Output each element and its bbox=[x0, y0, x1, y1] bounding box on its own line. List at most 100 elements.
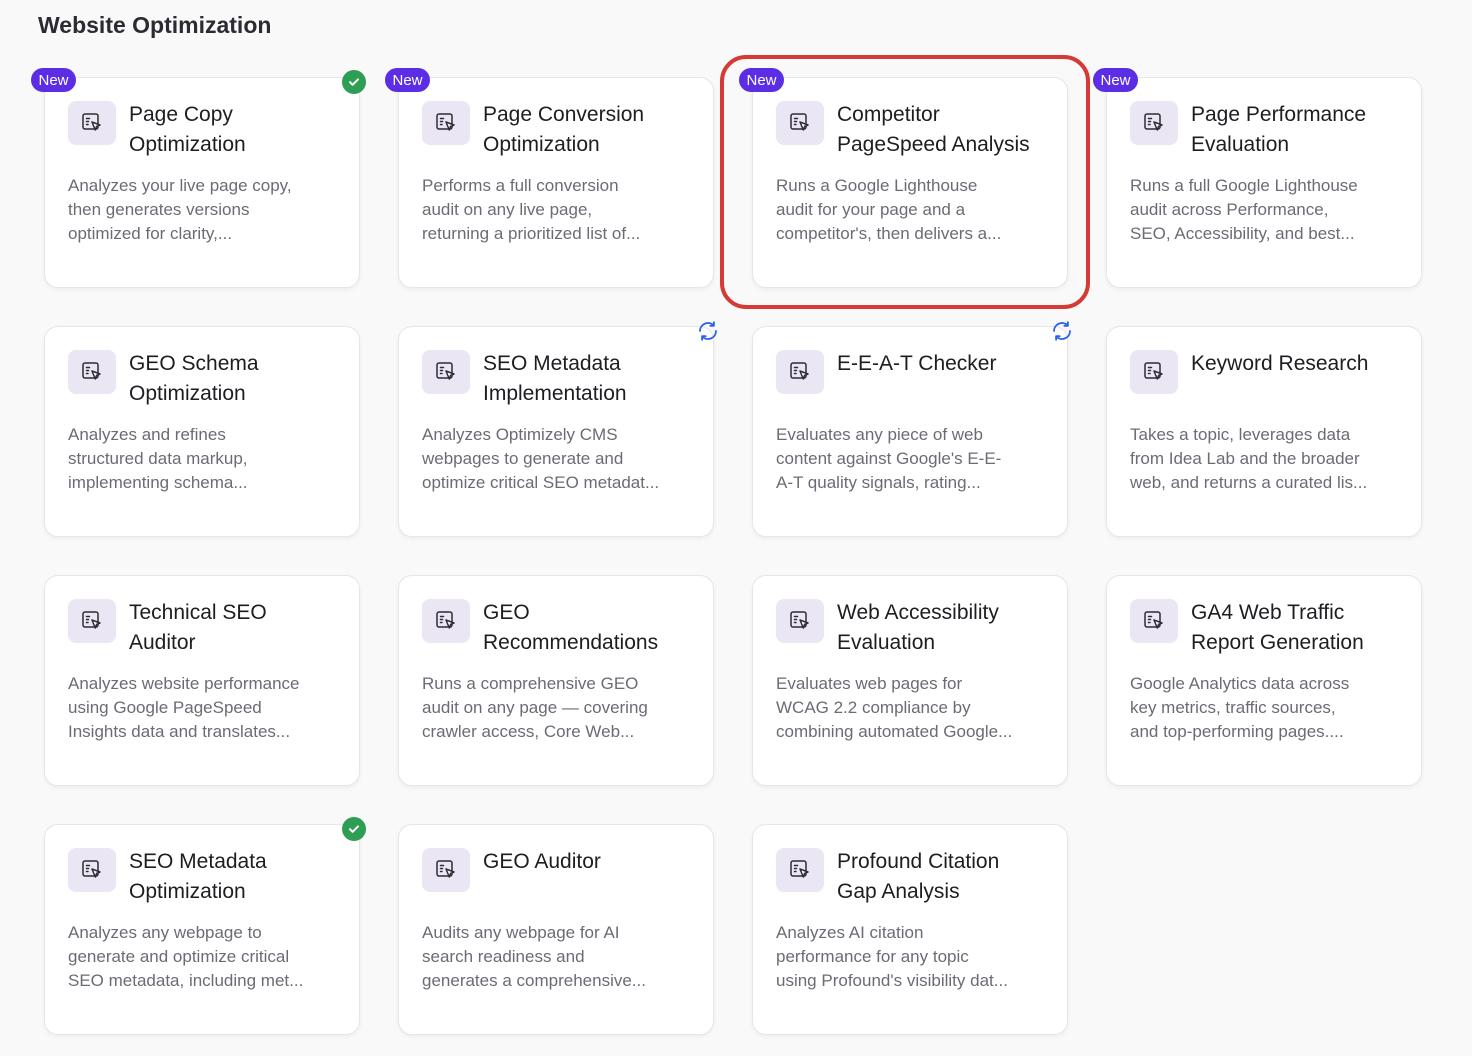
card-title-line: Optimization bbox=[129, 133, 246, 156]
card-description-line: Evaluates any piece of web bbox=[776, 425, 983, 444]
skill-card[interactable]: SEO Metadata Optimization Analyzes any web… bbox=[44, 824, 360, 1035]
card-description-line: A-T quality signals, rating... bbox=[776, 473, 981, 492]
card-title-line: PageSpeed Analysis bbox=[837, 133, 1030, 156]
card-title-line: SEO Metadata bbox=[483, 352, 621, 375]
skill-card[interactable]: GEO Auditor Audits any webpage for AI sear… bbox=[398, 824, 714, 1035]
pointer-edit-icon bbox=[1130, 101, 1178, 145]
pointer-edit-icon bbox=[776, 350, 824, 394]
card-title-line: Recommendations bbox=[483, 631, 659, 654]
check-icon bbox=[342, 817, 366, 841]
card-title: SEO Metadata Implementation bbox=[483, 349, 705, 409]
check-icon bbox=[342, 70, 366, 94]
new-badge: New bbox=[385, 68, 430, 92]
card-description-line: Analyzes Optimizely CMS bbox=[422, 425, 618, 444]
pointer-edit-icon bbox=[422, 101, 470, 145]
card-description-line: Analyzes your live page copy, bbox=[68, 176, 292, 195]
card-description-line: Runs a Google Lighthouse bbox=[776, 176, 978, 195]
card-title-line: GEO Auditor bbox=[483, 850, 601, 873]
card-description-line: key metrics, traffic sources, bbox=[1130, 698, 1336, 717]
card-title: Profound Citation Gap Analysis bbox=[837, 847, 1059, 907]
card-description-line: audit on any live page, bbox=[422, 200, 593, 219]
skill-card[interactable]: GEO Recommendations Runs a comprehensive G… bbox=[398, 575, 714, 786]
card-title-line: Evaluation bbox=[837, 631, 936, 654]
skill-card[interactable]: Competitor PageSpeed Analysis Runs a Googl… bbox=[752, 77, 1068, 288]
card-description-line: search readiness and bbox=[422, 947, 585, 966]
card-description-line: WCAG 2.2 compliance by bbox=[776, 698, 971, 717]
card-description: Audits any webpage for AI search readines… bbox=[422, 921, 694, 993]
card-description-line: then generates versions bbox=[68, 200, 250, 219]
pointer-edit-icon bbox=[776, 848, 824, 892]
card-description-line: SEO, Accessibility, and best... bbox=[1130, 224, 1355, 243]
skill-card[interactable]: GA4 Web Traffic Report Generation Google A… bbox=[1106, 575, 1422, 786]
card-description-line: audit on any page — covering bbox=[422, 698, 648, 717]
card-description-line: SEO metadata, including met... bbox=[68, 971, 304, 990]
skill-card[interactable]: Page Performance Evaluation Runs a full Go… bbox=[1106, 77, 1422, 288]
card-description-line: optimize critical SEO metadat... bbox=[422, 473, 660, 492]
skill-card[interactable]: Web Accessibility Evaluation Evaluates web… bbox=[752, 575, 1068, 786]
card-description-line: generate and optimize critical bbox=[68, 947, 290, 966]
card-description-line: Analyzes AI citation bbox=[776, 923, 924, 942]
pointer-edit-icon bbox=[776, 101, 824, 145]
card-description-line: performance for any topic bbox=[776, 947, 969, 966]
card-title-line: Page Conversion bbox=[483, 103, 645, 126]
card-title-line: Implementation bbox=[483, 382, 627, 405]
card-description-line: crawler access, Core Web... bbox=[422, 722, 635, 741]
card-title-line: Evaluation bbox=[1191, 133, 1290, 156]
sync-icon[interactable] bbox=[696, 319, 720, 343]
skill-card[interactable]: E-E-A-T Checker Evaluates any piece of we… bbox=[752, 326, 1068, 537]
pointer-edit-icon bbox=[776, 599, 824, 643]
card-description: Takes a topic, leverages data from Idea L… bbox=[1130, 423, 1402, 495]
skill-card[interactable]: Page Conversion Optimization Performs a fu… bbox=[398, 77, 714, 288]
skill-card[interactable]: Keyword Research Takes a topic, leverages… bbox=[1106, 326, 1422, 537]
card-title-line: Profound Citation bbox=[837, 850, 1000, 873]
card-description-line: Runs a comprehensive GEO bbox=[422, 674, 639, 693]
card-title-line: Technical SEO bbox=[129, 601, 267, 624]
card-title: GA4 Web Traffic Report Generation bbox=[1191, 598, 1413, 658]
card-description: Analyzes your live page copy, then genera… bbox=[68, 174, 340, 246]
card-description-line: structured data markup, bbox=[68, 449, 248, 468]
skill-card[interactable]: SEO Metadata Implementation Analyzes Optim… bbox=[398, 326, 714, 537]
skill-card[interactable]: Technical SEO Auditor Analyzes website per… bbox=[44, 575, 360, 786]
card-title-line: Web Accessibility bbox=[837, 601, 999, 624]
skill-card[interactable]: GEO Schema Optimization Analyzes and refin… bbox=[44, 326, 360, 537]
card-description-line: using Google PageSpeed bbox=[68, 698, 262, 717]
skill-card[interactable]: Page Copy Optimization Analyzes your live … bbox=[44, 77, 360, 288]
card-description: Analyzes and refines structured data mark… bbox=[68, 423, 340, 495]
pointer-edit-icon bbox=[1130, 350, 1178, 394]
card-description-line: audit across Performance, bbox=[1130, 200, 1329, 219]
card-description-line: competitor's, then delivers a... bbox=[776, 224, 1002, 243]
card-description-line: Analyzes and refines bbox=[68, 425, 226, 444]
card-title: Page Performance Evaluation bbox=[1191, 100, 1413, 160]
card-description-line: Insights data and translates... bbox=[68, 722, 291, 741]
card-title-line: Report Generation bbox=[1191, 631, 1364, 654]
card-description-line: Runs a full Google Lighthouse bbox=[1130, 176, 1358, 195]
card-title: Web Accessibility Evaluation bbox=[837, 598, 1059, 658]
card-title-line: Optimization bbox=[129, 880, 246, 903]
card-description-line: web, and returns a curated lis... bbox=[1130, 473, 1368, 492]
card-description-line: using Profound's visibility dat... bbox=[776, 971, 1008, 990]
card-description-line: Evaluates web pages for bbox=[776, 674, 963, 693]
card-description-line: generates a comprehensive... bbox=[422, 971, 646, 990]
card-description-line: from Idea Lab and the broader bbox=[1130, 449, 1360, 468]
card-description-line: webpages to generate and bbox=[422, 449, 624, 468]
card-title: GEO Schema Optimization bbox=[129, 349, 351, 409]
card-grid: Page Copy Optimization Analyzes your live … bbox=[0, 0, 1472, 1056]
card-title: GEO Recommendations bbox=[483, 598, 705, 658]
card-description: Evaluates web pages for WCAG 2.2 complian… bbox=[776, 672, 1048, 744]
pointer-edit-icon bbox=[68, 101, 116, 145]
pointer-edit-icon bbox=[422, 599, 470, 643]
card-title-line: Optimization bbox=[483, 133, 600, 156]
card-title-line: SEO Metadata bbox=[129, 850, 267, 873]
card-title: Technical SEO Auditor bbox=[129, 598, 351, 658]
skill-card[interactable]: Profound Citation Gap Analysis Analyzes AI… bbox=[752, 824, 1068, 1035]
card-description-line: Audits any webpage for AI bbox=[422, 923, 620, 942]
card-title-line: Page Copy bbox=[129, 103, 233, 126]
pointer-edit-icon bbox=[68, 848, 116, 892]
sync-icon[interactable] bbox=[1050, 319, 1074, 343]
card-title-line: E-E-A-T Checker bbox=[837, 352, 997, 375]
card-description-line: implementing schema... bbox=[68, 473, 248, 492]
pointer-edit-icon bbox=[422, 848, 470, 892]
card-description-line: content against Google's E-E- bbox=[776, 449, 1002, 468]
card-description: Analyzes website performance using Google… bbox=[68, 672, 340, 744]
pointer-edit-icon bbox=[1130, 599, 1178, 643]
